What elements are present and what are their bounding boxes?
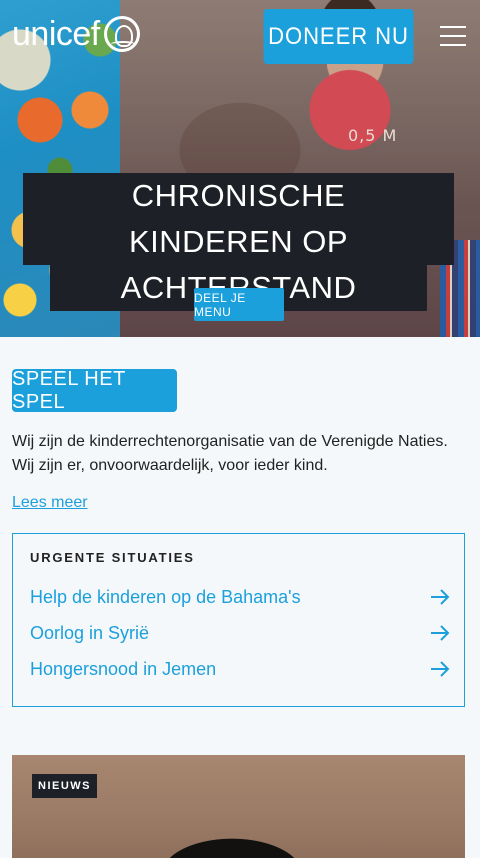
unicef-logo[interactable]: unicef xyxy=(12,14,140,54)
urgent-item-label: Oorlog in Syrië xyxy=(30,622,150,643)
urgent-item-bahamas[interactable]: Help de kinderen op de Bahama's xyxy=(30,585,450,609)
arrow-right-icon xyxy=(431,589,450,605)
urgent-item-label: Hongersnood in Jemen xyxy=(30,658,217,679)
play-game-button[interactable]: SPEEL HET SPEL xyxy=(12,368,177,413)
arrow-right-icon xyxy=(431,625,450,641)
wall-scrawl: 0,5 M xyxy=(348,126,398,145)
donate-button[interactable]: DONEER NU xyxy=(263,9,414,64)
arrow-right-icon xyxy=(431,661,450,677)
hamburger-icon[interactable] xyxy=(440,26,466,48)
news-card[interactable]: NIEUWS xyxy=(12,755,465,858)
urgent-title: URGENTE SITUATIES xyxy=(30,550,195,565)
intro-text: Wij zijn de kinderrechtenorganisatie van… xyxy=(12,433,448,474)
news-badge: NIEUWS xyxy=(32,774,97,798)
urgent-situations-box: URGENTE SITUATIES Help de kinderen op de… xyxy=(12,533,465,707)
logo-wordmark: unicef xyxy=(12,15,100,53)
urgent-item-syria[interactable]: Oorlog in Syrië xyxy=(30,621,450,645)
urgent-item-yemen[interactable]: Hongersnood in Jemen xyxy=(30,657,450,681)
hero-banner: 0,5 M unicef DONEER NU CHRONISCHE ONDERV… xyxy=(0,0,480,337)
share-menu-button[interactable]: DEEL JE MENU xyxy=(194,288,284,321)
urgent-item-label: Help de kinderen op de Bahama's xyxy=(30,586,301,607)
read-more-link[interactable]: Lees meer xyxy=(12,494,88,512)
unicef-emblem-icon xyxy=(103,16,140,52)
